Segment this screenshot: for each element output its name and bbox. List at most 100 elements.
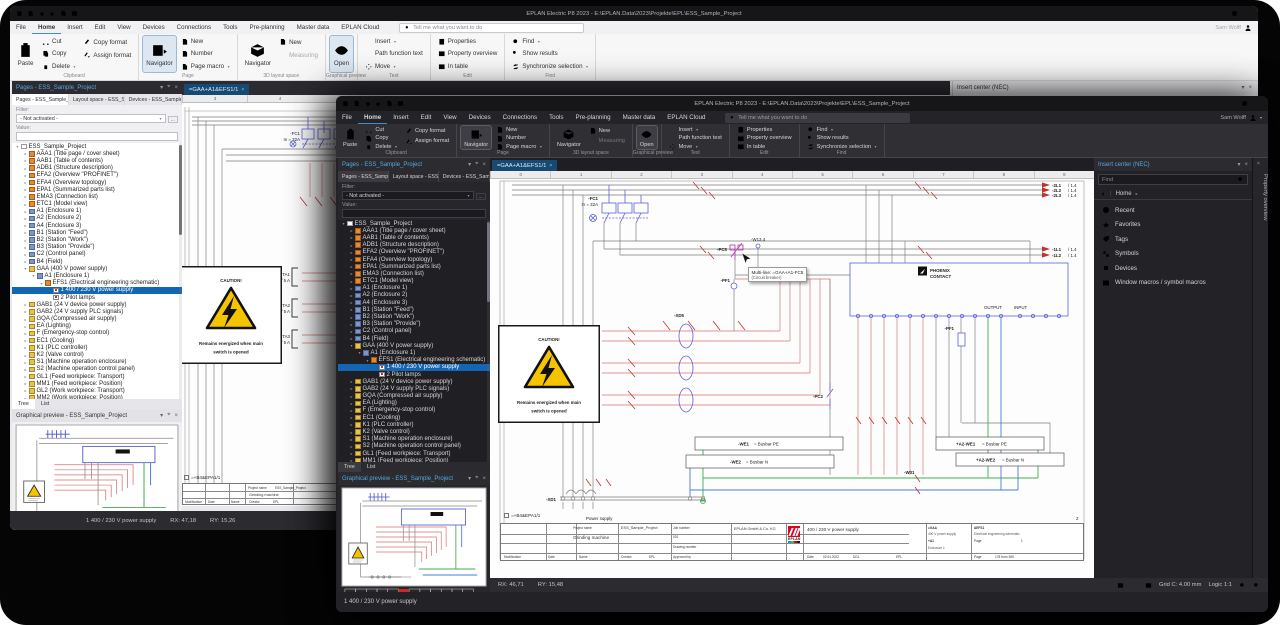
ribbon-tab[interactable]: File (10, 21, 32, 34)
tree-expander[interactable]: ▸ (349, 379, 354, 384)
tree-item[interactable]: ▸ EPA1 (Summarized parts list) (12, 186, 182, 193)
tree-item[interactable]: ▸ GL2 (Work workpiece: Transport) (12, 387, 182, 394)
tree-item[interactable]: ▸ MM1 (Feed workpiece: Position) (338, 457, 490, 462)
ribbon-tab[interactable]: Connections (171, 21, 217, 34)
tree-expander[interactable]: ▸ (23, 245, 28, 250)
tree-expander[interactable]: ▸ (23, 367, 28, 372)
tree-item[interactable]: ▸ EC1 (Cooling) (338, 414, 490, 421)
tree-expander[interactable]: ▸ (23, 396, 28, 399)
filter-more-button[interactable]: … (168, 116, 179, 123)
tree-item[interactable]: ▸ EFA2 (Overview "PROFINET") (12, 172, 182, 179)
maximize-button[interactable] (1241, 100, 1248, 107)
tree-expander[interactable]: ▸ (349, 437, 354, 442)
tree-expander[interactable]: ▾ (39, 281, 44, 286)
page-new-button[interactable]: New (178, 36, 233, 47)
tree-expander[interactable]: ▸ (349, 286, 354, 291)
preview-panel-header[interactable]: Graphical preview - ESS_Sample_Project ▾… (338, 472, 490, 485)
tree-item[interactable]: ▸ EFA2 (Overview "PROFINET") (338, 249, 490, 256)
tree-item[interactable]: 1 400 / 230 V power supply (12, 287, 182, 294)
tree-expander[interactable]: ▸ (349, 307, 354, 312)
properties-button[interactable]: Properties (734, 126, 795, 134)
tree-item[interactable]: ▸ MM1 (Feed workpiece: Position) (12, 380, 182, 387)
tree-item[interactable]: ▸ EFA4 (Overview topology) (12, 179, 182, 186)
zoom-out-icon[interactable] (1253, 582, 1260, 589)
space-new-button[interactable]: New (586, 126, 628, 136)
tree-expander[interactable]: ▾ (357, 350, 362, 355)
new-page-icon[interactable] (353, 100, 360, 107)
undo-icon[interactable] (364, 100, 371, 107)
ribbon-tab[interactable]: View (437, 111, 462, 124)
panel-pin-icon[interactable]: ⌖ (475, 475, 478, 482)
tree-expander[interactable]: ▸ (23, 324, 28, 329)
maximize-button[interactable] (1231, 10, 1238, 17)
tree-expander[interactable]: ▸ (23, 259, 28, 264)
panel-tab[interactable]: Layout space - ESS_Sa... (389, 171, 439, 182)
space-new-button[interactable]: New (276, 36, 321, 48)
value-input[interactable] (16, 132, 178, 141)
open-page-label[interactable]: 1 400 / 230 V power supply (344, 599, 417, 605)
grid-icon[interactable] (71, 10, 78, 17)
page-number-button[interactable]: Number (493, 135, 545, 143)
ribbon-tab[interactable]: Home (358, 111, 387, 124)
tree-expander[interactable]: ▸ (349, 386, 354, 391)
insert-item[interactable]: Favorites (1094, 218, 1252, 233)
redo-icon[interactable] (375, 100, 382, 107)
tree-item[interactable]: 2 Pilot lamps (12, 294, 182, 301)
tree-item[interactable]: ▾ A1 (Enclosure 1) (12, 272, 182, 279)
tree-expander[interactable]: ▸ (349, 279, 354, 284)
tab-close-icon[interactable]: × (241, 87, 244, 93)
property-overview-button[interactable]: Property overview (435, 48, 501, 59)
measuring-button[interactable]: Measuring (276, 49, 321, 61)
ribbon-tab[interactable]: Master data (617, 111, 662, 124)
tree-expander[interactable]: ▸ (23, 374, 28, 379)
tree-expander[interactable]: ▸ (23, 360, 28, 365)
in-table-button[interactable]: In table (435, 61, 501, 72)
panel-menu-icon[interactable]: ▾ (468, 161, 471, 168)
insert-item[interactable]: Symbols (1094, 247, 1252, 262)
tell-me-search[interactable] (725, 113, 910, 123)
pages-panel-header[interactable]: Pages - ESS_Sample_Project ▾⌖× (12, 81, 182, 94)
filter-combo[interactable]: - Not activated -▾ (342, 191, 474, 200)
show-results-button[interactable]: Show results (804, 135, 880, 143)
tree-expander[interactable]: ▸ (23, 158, 28, 163)
panel-close-icon[interactable]: × (1244, 162, 1248, 168)
new-page-icon[interactable] (27, 10, 34, 17)
open-preview-button[interactable]: Open (637, 126, 657, 149)
tree-item[interactable]: ▸ EFA4 (Overview topology) (338, 256, 490, 263)
cut-button[interactable]: Cut (362, 126, 400, 134)
tree-expander[interactable]: ▸ (349, 293, 354, 298)
page-navigator-button[interactable]: Navigator (461, 126, 491, 149)
panel-close-icon[interactable]: × (174, 413, 178, 419)
tree-expander[interactable]: ▾ (341, 221, 346, 226)
tree-expander[interactable]: ▸ (349, 243, 354, 248)
tree-item[interactable]: ▸ A2 (Enclosure 2) (12, 215, 182, 222)
panel-tab[interactable]: Devices - ESS_Sample_... (439, 171, 490, 182)
tree-item[interactable]: ▸ ETC1 (Model view) (338, 278, 490, 285)
tree-item[interactable]: ▸ AAA1 (Title page / cover sheet) (338, 227, 490, 234)
tree-expander[interactable]: ▸ (349, 422, 354, 427)
tree-expander[interactable]: ▸ (23, 238, 28, 243)
tree-item[interactable]: ▾ ESS_Sample_Project (338, 220, 490, 227)
ribbon-tab[interactable]: EPLAN Cloud (661, 111, 711, 124)
ribbon-tab[interactable]: Tools (217, 21, 243, 34)
copy-format-button[interactable]: Copy format (80, 36, 134, 48)
tab-close-icon[interactable]: × (549, 163, 552, 169)
panel-tab[interactable]: Devices - ESS_Sample_... (125, 94, 182, 105)
snap-icon[interactable] (1117, 582, 1124, 589)
assign-format-button[interactable]: Assign format (402, 137, 452, 147)
tree-item[interactable]: ▸ EMA3 (Connection list) (12, 193, 182, 200)
dock-tab[interactable]: List (35, 399, 55, 409)
tree-item[interactable]: ▸ B3 (Station "Provide") (338, 321, 490, 328)
property-overview-button[interactable]: Property overview (734, 135, 795, 143)
preview-panel-header[interactable]: Graphical preview - ESS_Sample_Project ▾… (12, 409, 182, 422)
panel-close-icon[interactable]: × (174, 85, 178, 91)
panel-menu-icon[interactable]: ▾ (1241, 84, 1244, 91)
tree-item[interactable]: ▸ S1 (Machine operation enclosure) (12, 359, 182, 366)
tree-expander[interactable]: ▸ (23, 202, 28, 207)
space-navigator-button[interactable]: Navigator (554, 126, 584, 149)
tree-expander[interactable]: ▸ (23, 209, 28, 214)
tell-me-search[interactable] (399, 23, 584, 33)
tree-expander[interactable]: ▸ (23, 216, 28, 221)
tree-item[interactable]: ▸ B2 (Station "Work") (12, 236, 182, 243)
tree-expander[interactable]: ▸ (23, 353, 28, 358)
